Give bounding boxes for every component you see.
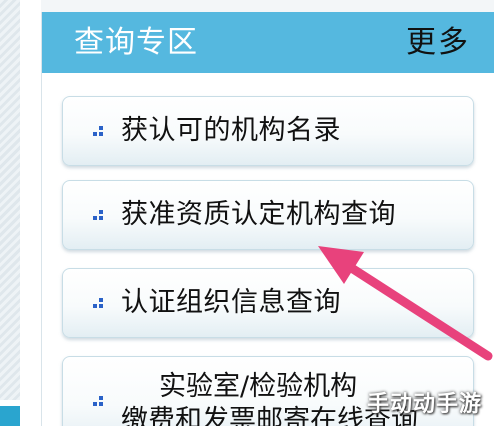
menu-item-label: 获认可的机构名录 bbox=[121, 114, 341, 146]
panel-title: 查询专区 bbox=[74, 24, 198, 60]
menu-item-qualified-institution-query[interactable]: 获准资质认定机构查询 bbox=[62, 180, 474, 250]
left-sidebar-stripe bbox=[0, 0, 20, 400]
bullet-icon bbox=[93, 396, 103, 406]
menu-item-label: 认证组织信息查询 bbox=[121, 286, 341, 318]
more-link[interactable]: 更多 bbox=[406, 27, 470, 58]
bullet-icon bbox=[93, 298, 103, 308]
panel-header: 查询专区 更多 bbox=[42, 12, 494, 73]
menu-item-label: 获准资质认定机构查询 bbox=[121, 198, 396, 230]
menu-item-certification-org-query[interactable]: 认证组织信息查询 bbox=[62, 268, 474, 338]
left-sidebar-tab bbox=[0, 406, 20, 426]
watermark: 手动动手游 bbox=[366, 392, 482, 417]
page: 查询专区 更多 获认可的机构名录 获准资质认定机构查询 认证组织信息查询 实验室… bbox=[0, 0, 494, 426]
bullet-icon bbox=[93, 126, 103, 136]
panel-top-gap bbox=[41, 0, 494, 12]
menu-item-label-line1: 实验室/检验机构 bbox=[159, 371, 358, 403]
menu-item-accredited-directory[interactable]: 获认可的机构名录 bbox=[62, 96, 474, 166]
bullet-icon bbox=[93, 210, 103, 220]
